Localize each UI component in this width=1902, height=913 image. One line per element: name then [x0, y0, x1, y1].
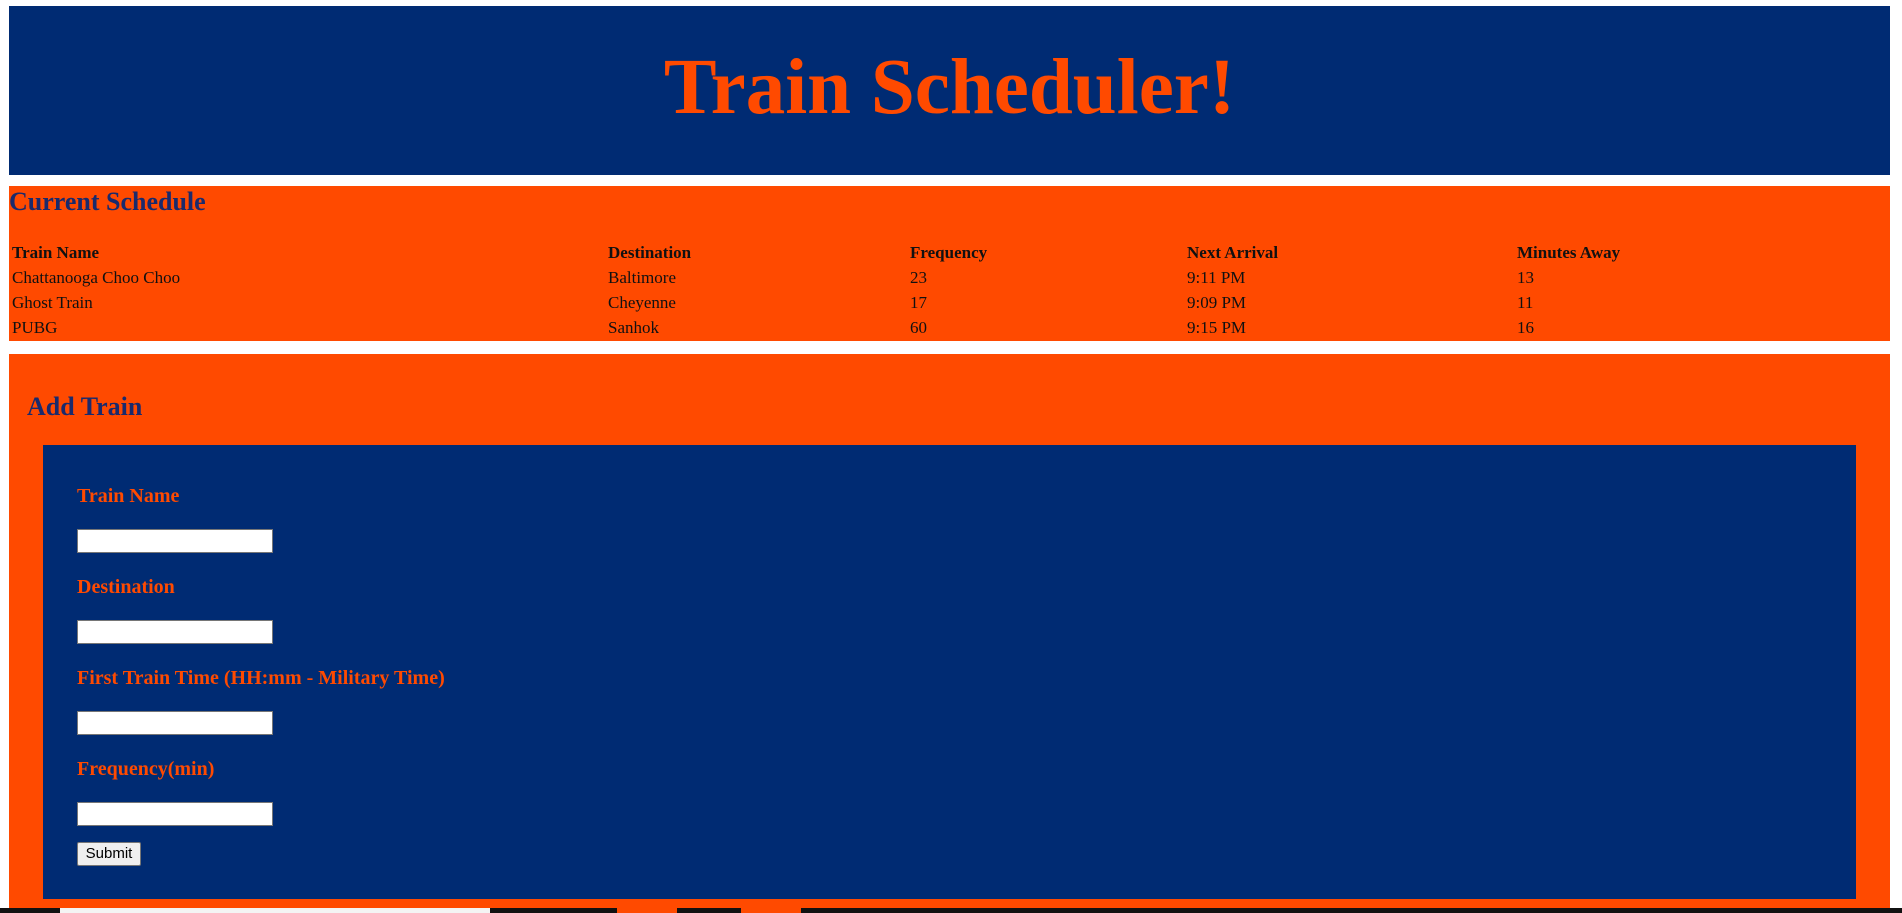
page: Train Scheduler! Current Schedule Train … [0, 0, 1902, 913]
cell-train-name: PUBG [12, 318, 58, 337]
taskbar-edge [0, 908, 1902, 913]
table-row: PUBG Sanhok 60 9:15 PM 16 [12, 315, 1887, 340]
column-header-train-name: Train Name [12, 243, 100, 262]
table-row: Chattanooga Choo Choo Baltimore 23 9:11 … [12, 265, 1887, 290]
column-header-minutes-away: Minutes Away [1517, 243, 1621, 262]
cell-next-arrival: 9:15 PM [1187, 318, 1247, 337]
cell-destination: Sanhok [608, 318, 659, 337]
schedule-title: Current Schedule [9, 187, 206, 216]
add-train-panel: Add Train Train Name Destination First T… [9, 354, 1890, 913]
frequency-label: Frequency(min) [77, 758, 215, 780]
frequency-input[interactable] [77, 802, 273, 826]
first-train-time-label: First Train Time (HH:mm - Military Time) [77, 667, 445, 689]
column-header-next-arrival: Next Arrival [1187, 243, 1279, 262]
cell-minutes-away: 11 [1517, 293, 1534, 312]
train-name-label: Train Name [77, 485, 180, 507]
train-name-input[interactable] [77, 529, 273, 553]
header-banner: Train Scheduler! [9, 6, 1890, 175]
cell-destination: Baltimore [608, 268, 676, 287]
column-header-destination: Destination [608, 243, 692, 262]
table-row: Ghost Train Cheyenne 17 9:09 PM 11 [12, 290, 1887, 315]
schedule-panel: Current Schedule Train Name Destination … [9, 186, 1890, 341]
cell-train-name: Ghost Train [12, 293, 93, 312]
cell-train-name: Chattanooga Choo Choo [12, 268, 181, 287]
cell-minutes-away: 16 [1517, 318, 1534, 337]
cell-frequency: 60 [910, 318, 927, 337]
table-header-row: Train Name Destination Frequency Next Ar… [12, 240, 1887, 265]
destination-input[interactable] [77, 620, 273, 644]
taskbar-segment [741, 908, 801, 913]
add-train-title: Add Train [27, 392, 143, 421]
cell-next-arrival: 9:09 PM [1187, 293, 1247, 312]
taskbar-segment [60, 908, 490, 913]
column-header-frequency: Frequency [910, 243, 988, 262]
cell-destination: Cheyenne [608, 293, 676, 312]
submit-button[interactable]: Submit [77, 842, 141, 866]
cell-frequency: 17 [910, 293, 927, 312]
cell-frequency: 23 [910, 268, 927, 287]
page-title: Train Scheduler! [663, 44, 1236, 131]
cell-minutes-away: 13 [1517, 268, 1534, 287]
taskbar-segment [617, 908, 677, 913]
first-train-time-input[interactable] [77, 711, 273, 735]
cell-next-arrival: 9:11 PM [1187, 268, 1246, 287]
add-train-form: Train Name Destination First Train Time … [43, 445, 1856, 899]
destination-label: Destination [77, 576, 175, 598]
schedule-table: Train Name Destination Frequency Next Ar… [9, 240, 1890, 340]
